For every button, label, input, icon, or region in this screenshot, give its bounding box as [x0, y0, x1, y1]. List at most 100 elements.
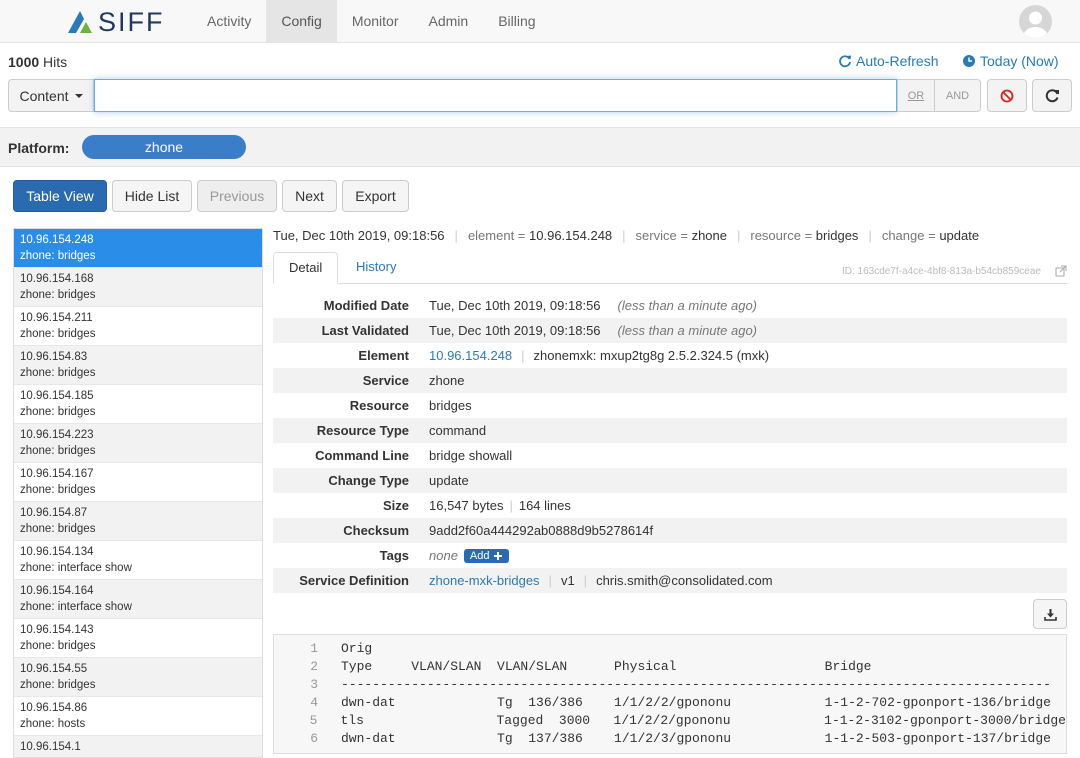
line-text: dwn-dat Tg 137/386 1/1/2/3/gpononu 1-1-2… — [341, 731, 1051, 746]
detail-row-modified-date: Modified Date Tue, Dec 10th 2019, 09:18:… — [273, 293, 1067, 318]
nav-billing[interactable]: Billing — [483, 0, 550, 43]
table-view-button[interactable]: Table View — [13, 180, 107, 212]
service-definition-link[interactable]: zhone-mxk-bridges — [429, 573, 540, 588]
search-input[interactable] — [94, 79, 897, 112]
list-item-ip: 10.96.154.86 — [20, 702, 88, 714]
export-button[interactable]: Export — [342, 180, 409, 212]
meta-element-value: 10.96.154.248 — [529, 228, 613, 243]
previous-button[interactable]: Previous — [197, 180, 277, 212]
detail-key: Tags — [379, 548, 409, 563]
list-item[interactable]: 10.96.154.248 zhone: bridges — [14, 229, 262, 268]
service-definition-user: chris.smith@consolidated.com — [596, 573, 773, 588]
time-range-link[interactable]: Today (Now) — [962, 53, 1059, 69]
meta-element-key: element = — [467, 228, 526, 243]
line-text: dwn-dat Tg 136/386 1/1/2/2/gpononu 1-1-2… — [341, 695, 1051, 710]
list-item[interactable]: 10.96.154.211 zhone: bridges — [14, 307, 262, 346]
detail-key: Service — [362, 373, 409, 388]
line-number: 6 — [310, 731, 318, 746]
hits-count: 1000 Hits — [8, 54, 67, 70]
line-number: 4 — [310, 695, 318, 710]
line-text: tls Tagged 3000 1/1/2/2/gpononu 1-1-2-31… — [340, 713, 1066, 728]
download-button[interactable] — [1033, 599, 1067, 629]
list-item-ip: 10.96.154.1 — [20, 741, 81, 753]
detail-key: Resource — [349, 398, 409, 413]
content-dropdown[interactable]: Content — [8, 79, 94, 112]
next-button[interactable]: Next — [282, 180, 337, 212]
list-item-desc: zhone: bridges — [20, 250, 96, 262]
list-item[interactable]: 10.96.154.143 zhone: bridges — [14, 619, 262, 658]
tab-detail[interactable]: Detail — [273, 252, 339, 284]
record-id: ID: 163cde7f-a4ce-4bf8-813a-b54cb859ceae — [841, 266, 1041, 277]
tags-value: none — [429, 548, 458, 563]
detail-key: Checksum — [343, 523, 409, 538]
list-item-desc: zhone: bridges — [20, 445, 96, 457]
detail-key: Last Validated — [321, 323, 409, 338]
and-button[interactable]: AND — [935, 79, 981, 112]
element-link[interactable]: 10.96.154.248 — [429, 348, 512, 363]
list-item-desc: zhone: bridges — [20, 523, 96, 535]
detail-row-last-validated: Last Validated Tue, Dec 10th 2019, 09:18… — [273, 318, 1067, 343]
nav-admin[interactable]: Admin — [414, 0, 484, 43]
detail-key: Element — [358, 348, 409, 363]
detail-value: Tue, Dec 10th 2019, 09:18:56 — [429, 298, 601, 313]
detail-value: Tue, Dec 10th 2019, 09:18:56 — [429, 323, 601, 338]
line-number: 5 — [309, 713, 318, 728]
add-tag-label: Add — [469, 549, 490, 562]
value-separator: | — [509, 498, 513, 513]
detail-key: Command Line — [315, 448, 409, 463]
external-link-icon[interactable] — [1055, 265, 1067, 277]
user-avatar[interactable] — [1019, 5, 1052, 38]
nav-monitor[interactable]: Monitor — [337, 0, 414, 43]
content-dropdown-label: Content — [19, 87, 69, 104]
list-item-ip: 10.96.154.211 — [20, 312, 93, 324]
plus-icon — [493, 551, 502, 560]
platform-selector[interactable]: zhone — [82, 135, 246, 159]
meta-service-value: zhone — [691, 228, 727, 243]
meta-service-key: service = — [635, 228, 688, 243]
meta-change-key: change = — [881, 228, 936, 243]
detail-key: Resource Type — [316, 423, 409, 438]
nav-config[interactable]: Config — [266, 0, 337, 43]
list-item-desc: zhone: interface show — [20, 562, 132, 574]
list-item-ip: 10.96.154.143 — [20, 624, 94, 636]
list-item-ip: 10.96.154.134 — [20, 546, 94, 558]
list-item[interactable]: 10.96.154.167 zhone: bridges — [14, 463, 262, 502]
tab-history[interactable]: History — [341, 252, 411, 284]
code-line: 4 dwn-dat Tg 136/386 1/1/2/2/gpononu 1-1-… — [274, 694, 1066, 712]
detail-value: bridges — [429, 398, 472, 413]
list-item[interactable]: 10.96.154.223 zhone: bridges — [14, 424, 262, 463]
value-separator: | — [583, 573, 588, 588]
size-lines: 164 lines — [518, 498, 571, 513]
or-button[interactable]: OR — [897, 79, 935, 112]
list-item-ip: 10.96.154.55 — [20, 663, 88, 675]
auto-refresh-label: Auto-Refresh — [856, 53, 939, 69]
hide-list-button[interactable]: Hide List — [112, 180, 192, 212]
detail-table: Modified Date Tue, Dec 10th 2019, 09:18:… — [273, 293, 1067, 593]
add-tag-button[interactable]: Add — [463, 548, 509, 563]
clear-search-button[interactable] — [987, 79, 1027, 112]
list-item[interactable]: 10.96.154.164 zhone: interface show — [14, 580, 262, 619]
list-item[interactable]: 10.96.154.134 zhone: interface show — [14, 541, 262, 580]
list-item[interactable]: 10.96.154.86 zhone: hosts — [14, 697, 262, 736]
list-item[interactable]: 10.96.154.83 zhone: bridges — [14, 346, 262, 385]
list-item[interactable]: 10.96.154.55 zhone: bridges — [14, 658, 262, 697]
list-item[interactable]: 10.96.154.87 zhone: bridges — [14, 502, 262, 541]
auto-refresh-link[interactable]: Auto-Refresh — [838, 53, 938, 69]
detail-row-element: Element 10.96.154.248 | zhonemxk: mxup2tg8… — [273, 343, 1067, 368]
relative-time: (less than a minute ago) — [617, 323, 758, 338]
list-item-desc: zhone: bridges — [20, 679, 96, 691]
list-item[interactable]: 10.96.154.1 — [14, 736, 262, 757]
list-item[interactable]: 10.96.154.168 zhone: bridges — [14, 268, 262, 307]
list-item[interactable]: 10.96.154.185 zhone: bridges — [14, 385, 262, 424]
meta-resource-key: resource = — [750, 228, 813, 243]
clock-icon — [963, 55, 975, 67]
hits-label: Hits — [43, 54, 68, 70]
detail-value: 9add2f60a444292ab0888d9b5278614f — [429, 523, 654, 538]
list-item-ip: 10.96.154.223 — [20, 429, 94, 441]
siff-logo[interactable]: SIFF — [66, 7, 165, 37]
nav-activity[interactable]: Activity — [192, 0, 266, 43]
list-item-ip: 10.96.154.168 — [20, 273, 94, 285]
detail-row-resource-type: Resource Type command — [273, 418, 1067, 443]
list-item-desc: zhone: bridges — [20, 640, 96, 652]
reload-button[interactable] — [1032, 79, 1072, 112]
